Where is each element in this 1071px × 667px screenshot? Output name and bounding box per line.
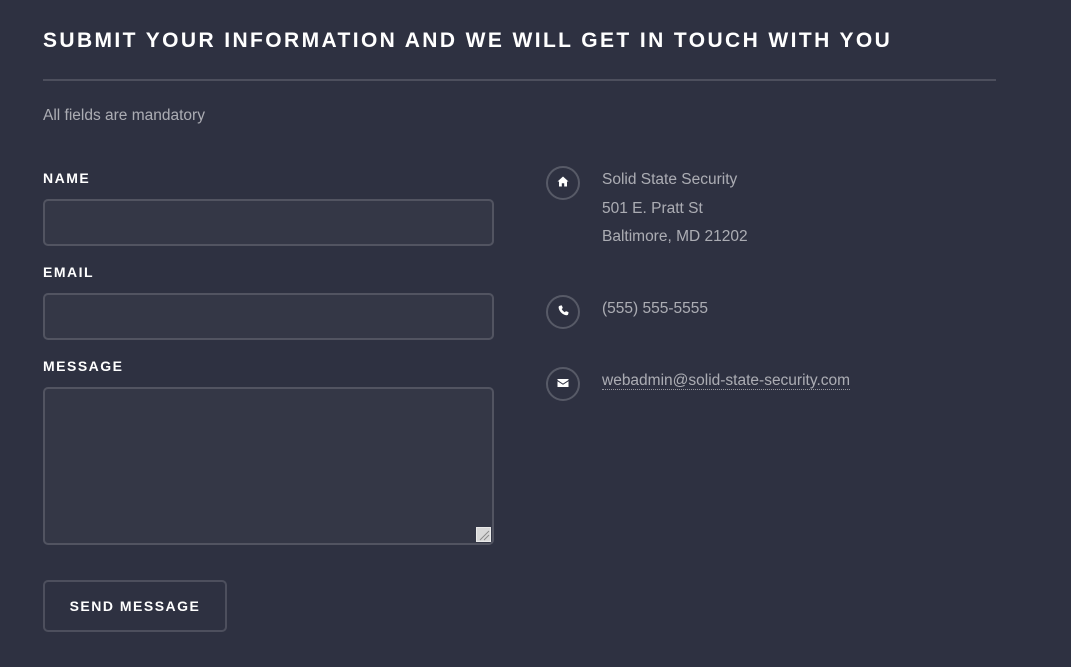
mandatory-note: All fields are mandatory: [43, 107, 205, 124]
email-icon-circle: [546, 367, 580, 401]
address-line-2: 501 E. Pratt St: [602, 199, 703, 217]
message-textarea[interactable]: [43, 387, 494, 545]
email-block: webadmin@solid-state-security.com: [602, 367, 851, 396]
resize-handle[interactable]: [476, 527, 491, 542]
address-icon-circle: [546, 166, 580, 200]
divider: [43, 79, 996, 81]
message-label: Message: [43, 358, 124, 374]
address-line-3: Baltimore, MD 21202: [602, 228, 748, 245]
phone-number: (555) 555-5555: [602, 300, 708, 317]
envelope-icon: [557, 375, 569, 393]
name-label: Name: [43, 170, 91, 186]
home-icon: [557, 174, 569, 192]
page-title: Submit your information and we will get …: [43, 29, 893, 52]
email-input[interactable]: [43, 293, 494, 340]
email-label: Email: [43, 264, 95, 280]
address-line-1: Solid State Security: [602, 171, 738, 188]
send-message-button[interactable]: Send Message: [43, 580, 227, 632]
name-input[interactable]: [43, 199, 494, 246]
address-block: Solid State Security 501 E. Pratt St Bal…: [602, 166, 748, 252]
email-link[interactable]: webadmin@solid-state-security.com: [602, 372, 851, 390]
phone-icon: [558, 303, 569, 321]
phone-icon-circle: [546, 295, 580, 329]
